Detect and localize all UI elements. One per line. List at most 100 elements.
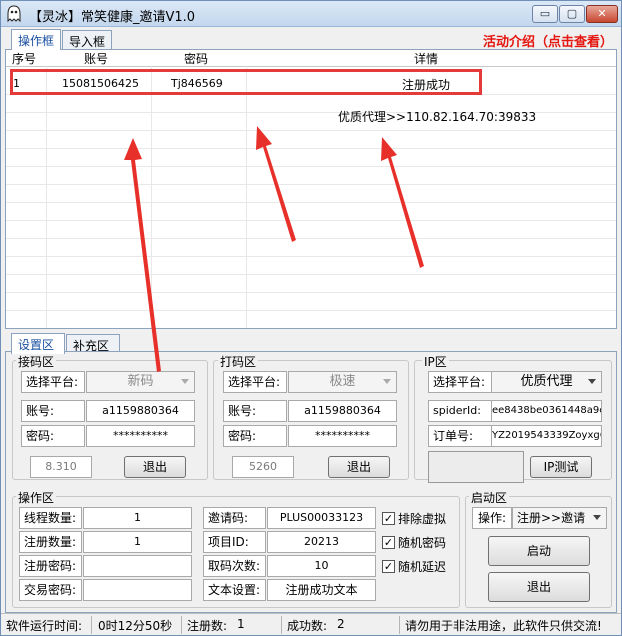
title-bar: 【灵冰】常笑健康_邀请V1.0 ▭ ▢ ✕ <box>1 1 621 27</box>
operation-group-title: 操作区 <box>16 489 57 506</box>
threads-label: 线程数量: <box>19 507 82 529</box>
status-bar: 软件运行时间: 0时12分50秒 注册数: 1 成功数: 2 请勿用于非法用途，… <box>1 613 621 635</box>
chevron-down-icon <box>593 515 601 520</box>
random-delay-checkbox[interactable]: ✓ <box>382 560 395 573</box>
ip-platform-select[interactable]: 优质代理 <box>491 371 602 393</box>
registered-label: 注册数: <box>187 619 228 633</box>
receiver-account-field[interactable]: a1159880364 <box>86 400 195 422</box>
proxy-line: 优质代理>>110.82.164.70:39833 <box>338 110 537 124</box>
app-window: 【灵冰】常笑健康_邀请V1.0 ▭ ▢ ✕ 操作框 导入框 活动介绍（点击查看）… <box>0 0 622 636</box>
register-password-field[interactable] <box>83 555 192 577</box>
status-separator <box>181 616 182 634</box>
runtime-label: 软件运行时间: <box>6 619 83 633</box>
ip-platform-value: 优质代理 <box>520 374 573 389</box>
row-line <box>6 220 616 221</box>
row-line <box>6 274 616 275</box>
ip-result-box <box>428 451 524 483</box>
promo-link[interactable]: 活动介绍（点击查看） <box>483 31 613 50</box>
column-header-index[interactable]: 序号 <box>12 50 36 67</box>
ip-spider-field[interactable]: ee8438be0361448a9c <box>491 400 602 422</box>
captcha-platform-label: 选择平台: <box>223 371 287 393</box>
success-value: 2 <box>337 617 345 631</box>
captcha-balance: 5260 <box>232 456 294 478</box>
random-password-label[interactable]: 随机密码 <box>398 534 446 551</box>
column-header-password[interactable]: 密码 <box>184 50 208 67</box>
register-count-label: 注册数量: <box>19 531 82 553</box>
ip-spider-label: spiderId: <box>428 400 492 422</box>
receiver-platform-select[interactable]: 新码 <box>86 371 195 393</box>
row-line <box>6 130 616 131</box>
captcha-platform-select[interactable]: 极速 <box>288 371 397 393</box>
exclude-virtual-label[interactable]: 排除虚拟 <box>398 510 446 527</box>
window-title: 【灵冰】常笑健康_邀请V1.0 <box>29 10 196 25</box>
captcha-password-field[interactable]: ********** <box>288 425 397 447</box>
text-setting-field[interactable]: 注册成功文本 <box>267 579 376 601</box>
ip-test-button[interactable]: IP测试 <box>530 456 592 478</box>
column-line <box>46 66 47 328</box>
random-delay-label[interactable]: 随机延迟 <box>398 558 446 575</box>
ip-platform-label: 选择平台: <box>428 371 492 393</box>
ghost-icon <box>7 5 21 23</box>
ip-order-field[interactable]: YZ2019543339Zoyxg6 <box>491 425 602 447</box>
trade-password-label: 交易密码: <box>19 579 82 601</box>
highlight-box <box>10 69 482 95</box>
column-header-detail[interactable]: 详情 <box>414 50 438 67</box>
success-label: 成功数: <box>287 619 328 633</box>
text-setting-label: 文本设置: <box>203 579 266 601</box>
tab-settings[interactable]: 设置区 <box>11 333 65 354</box>
tab-import[interactable]: 导入框 <box>62 30 112 50</box>
row-line <box>6 238 616 239</box>
row-line <box>6 256 616 257</box>
fetch-times-field[interactable]: 10 <box>267 555 376 577</box>
status-separator <box>91 616 92 634</box>
captcha-logout-button[interactable]: 退出 <box>328 456 390 478</box>
receiver-password-field[interactable]: ********** <box>86 425 195 447</box>
invite-code-label: 邀请码: <box>203 507 266 529</box>
start-button[interactable]: 启动 <box>488 536 590 566</box>
threads-field[interactable]: 1 <box>83 507 192 529</box>
invite-code-field[interactable]: PLUS00033123 <box>267 507 376 529</box>
row-line <box>6 184 616 185</box>
exit-button[interactable]: 退出 <box>488 572 590 602</box>
op-mode-label: 操作: <box>472 507 512 529</box>
op-mode-value: 注册>>邀请 <box>517 511 586 525</box>
column-line <box>151 66 152 328</box>
register-password-label: 注册密码: <box>19 555 82 577</box>
receiver-group-title: 接码区 <box>16 353 57 370</box>
project-id-label: 项目ID: <box>203 531 266 553</box>
status-separator <box>399 616 400 634</box>
notice-text: 请勿用于非法用途，此软件只供交流! <box>405 619 602 633</box>
row-line <box>6 310 616 311</box>
receiver-balance: 8.310 <box>30 456 92 478</box>
exclude-virtual-checkbox[interactable]: ✓ <box>382 512 395 525</box>
captcha-password-label: 密码: <box>223 425 287 447</box>
result-list[interactable]: 序号 账号 密码 详情 1 15081506425 Tj846569 注册成功 … <box>5 49 617 329</box>
row-line <box>6 292 616 293</box>
receiver-logout-button[interactable]: 退出 <box>124 456 186 478</box>
receiver-platform-value: 新码 <box>127 374 154 389</box>
register-count-field[interactable]: 1 <box>83 531 192 553</box>
project-id-field[interactable]: 20213 <box>267 531 376 553</box>
random-password-checkbox[interactable]: ✓ <box>382 536 395 549</box>
ip-group-title: IP区 <box>422 353 449 370</box>
receiver-password-label: 密码: <box>21 425 85 447</box>
op-mode-select[interactable]: 注册>>邀请 <box>512 507 607 529</box>
captcha-platform-value: 极速 <box>329 374 356 389</box>
tab-operation[interactable]: 操作框 <box>11 29 61 50</box>
receiver-account-label: 账号: <box>21 400 85 422</box>
trade-password-field[interactable] <box>83 579 192 601</box>
chevron-down-icon <box>181 379 189 384</box>
start-group-title: 启动区 <box>469 489 510 506</box>
column-line <box>246 66 247 328</box>
column-header-account[interactable]: 账号 <box>84 50 108 67</box>
captcha-account-field[interactable]: a1159880364 <box>288 400 397 422</box>
row-line <box>6 166 616 167</box>
settings-pane: 接码区 选择平台: 新码 账号: a1159880364 密码: *******… <box>5 351 617 613</box>
row-line <box>6 148 616 149</box>
minimize-button[interactable]: ▭ <box>532 5 558 23</box>
chevron-down-icon <box>588 379 596 384</box>
captcha-account-label: 账号: <box>223 400 287 422</box>
close-button[interactable]: ✕ <box>586 5 618 23</box>
maximize-button[interactable]: ▢ <box>559 5 585 23</box>
fetch-times-label: 取码次数: <box>203 555 266 577</box>
